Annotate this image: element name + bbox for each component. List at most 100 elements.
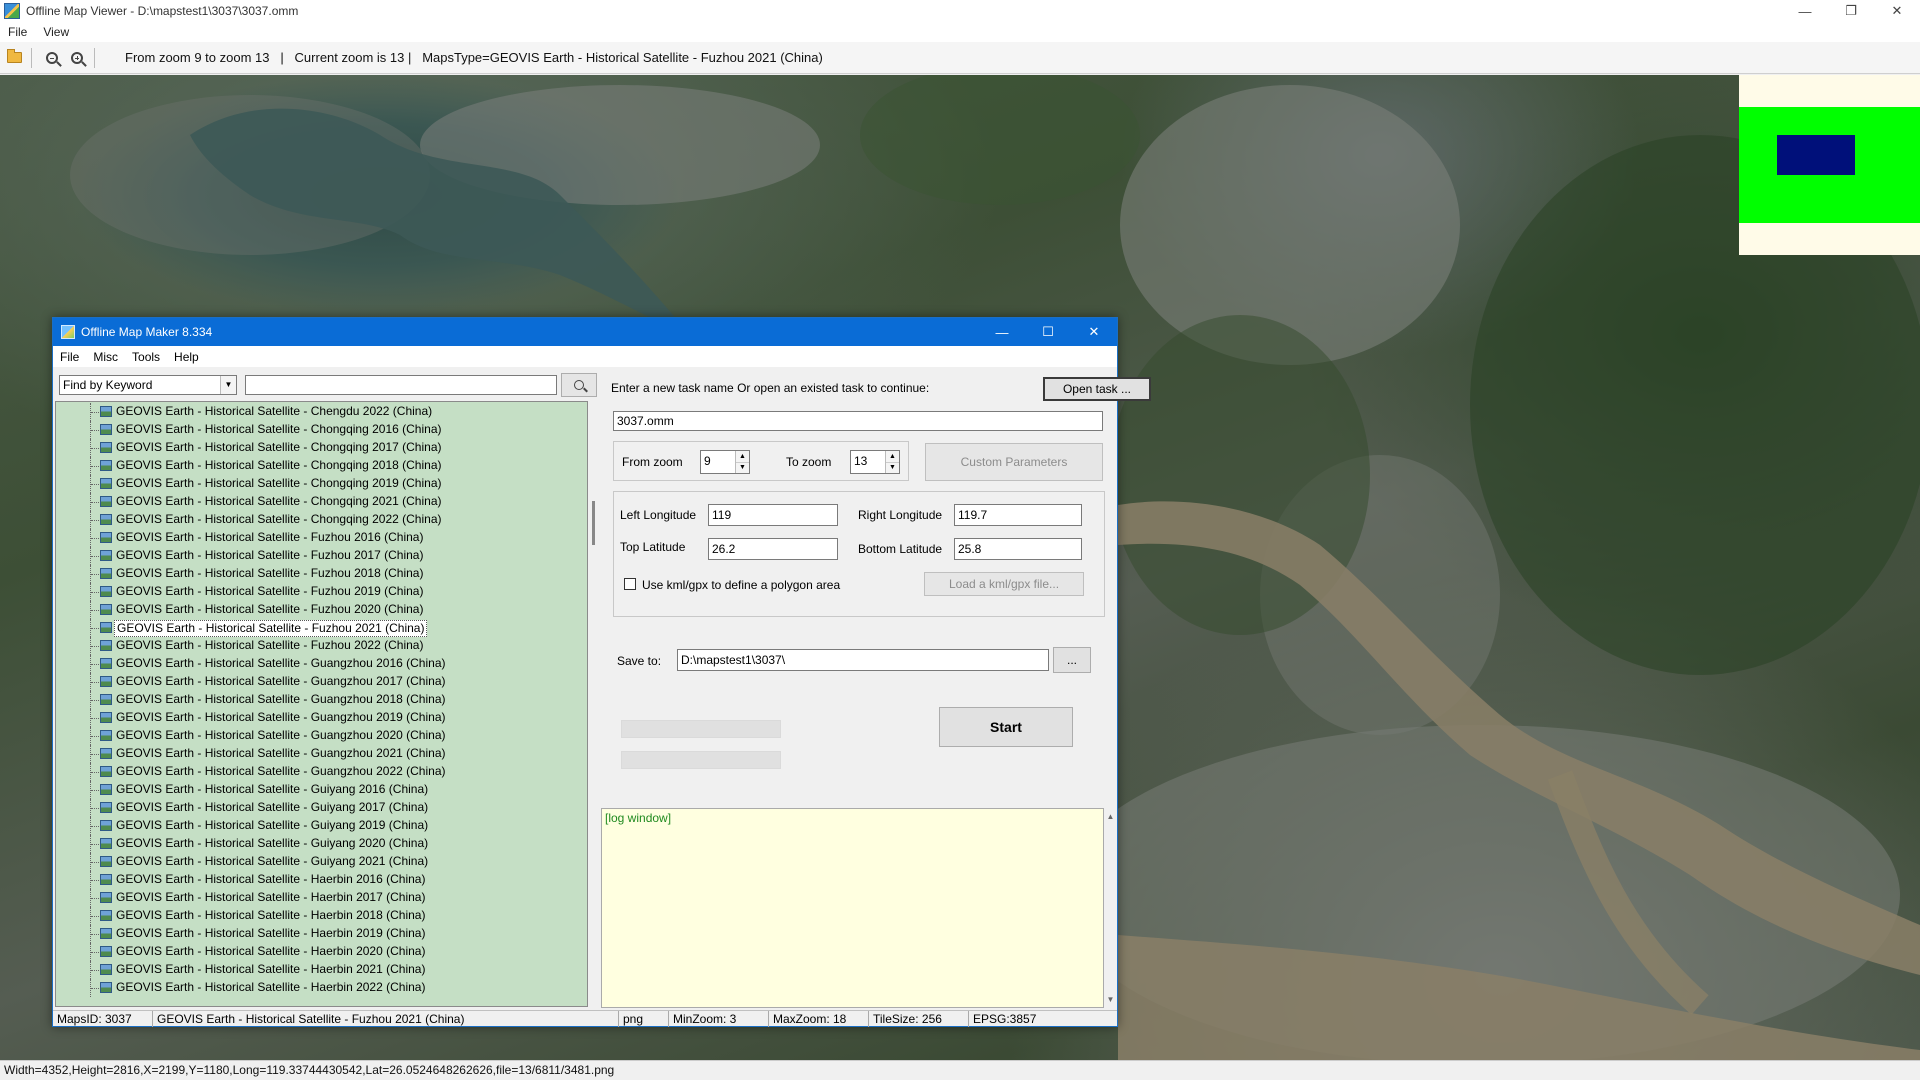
top-latitude-input[interactable]: 26.2	[708, 538, 838, 560]
right-longitude-input[interactable]: 119.7	[954, 504, 1082, 526]
viewer-restore-button[interactable]: ❐	[1828, 0, 1874, 22]
map-layer-icon	[100, 784, 112, 795]
dialog-minimize-button[interactable]: —	[979, 318, 1025, 346]
use-kml-checkbox[interactable]	[624, 578, 636, 590]
tree-guide-line	[91, 934, 99, 935]
spin-up-icon[interactable]: ▲	[736, 451, 749, 463]
tree-item-label: GEOVIS Earth - Historical Satellite - Ha…	[116, 872, 426, 886]
dialog-menu-misc[interactable]: Misc	[86, 350, 125, 364]
dialog-menu-help[interactable]: Help	[167, 350, 206, 364]
map-layer-icon	[100, 424, 112, 435]
start-button[interactable]: Start	[939, 707, 1073, 747]
tree-guide-line	[91, 826, 99, 827]
tree-scroll-thumb[interactable]	[592, 501, 595, 545]
task-settings-pane: Enter a new task name Or open an existed…	[601, 367, 1151, 1010]
map-maker-icon	[61, 325, 75, 339]
dialog-statusbar: MapsID: 3037 GEOVIS Earth - Historical S…	[53, 1010, 1117, 1027]
viewer-menu-file[interactable]: File	[0, 25, 35, 39]
map-layer-icon	[100, 820, 112, 831]
task-name-input[interactable]: 3037.omm	[613, 411, 1103, 431]
tree-guide-line	[91, 646, 99, 647]
tree-guide-line	[91, 916, 99, 917]
tree-item-label: GEOVIS Earth - Historical Satellite - Ha…	[116, 944, 426, 958]
tree-guide-line	[91, 520, 99, 521]
status-epsg: EPSG:3857	[973, 1011, 1037, 1026]
zoom-in-button[interactable]	[66, 47, 88, 69]
open-folder-button[interactable]	[3, 47, 25, 69]
from-zoom-stepper[interactable]: 9 ▲ ▼	[700, 450, 750, 474]
map-layer-icon	[100, 802, 112, 813]
tree-guide-line	[91, 880, 99, 881]
search-button[interactable]	[561, 373, 597, 397]
map-layer-icon	[100, 676, 112, 687]
map-layer-icon	[100, 766, 112, 777]
left-longitude-input[interactable]: 119	[708, 504, 838, 526]
dialog-titlebar: Offline Map Maker 8.334 — ☐ ✕	[53, 318, 1117, 346]
viewer-window-controls: — ❐ ✕	[1782, 0, 1920, 22]
open-task-button[interactable]: Open task ...	[1043, 377, 1151, 401]
map-layer-icon	[100, 658, 112, 669]
map-layer-icon	[100, 568, 112, 579]
to-zoom-stepper[interactable]: 13 ▲ ▼	[850, 450, 900, 474]
overview-minimap[interactable]	[1739, 75, 1920, 255]
chevron-down-icon[interactable]: ▼	[220, 376, 236, 394]
tree-item-label: GEOVIS Earth - Historical Satellite - Ha…	[116, 980, 426, 994]
tree-item-label: GEOVIS Earth - Historical Satellite - Fu…	[116, 638, 424, 652]
to-zoom-updown[interactable]: ▲ ▼	[885, 451, 899, 473]
log-text: [log window]	[605, 811, 672, 825]
tree-guide-line	[91, 790, 99, 791]
right-longitude-label: Right Longitude	[858, 508, 943, 522]
viewer-close-button[interactable]: ✕	[1874, 0, 1920, 22]
scroll-up-icon[interactable]: ▲	[1104, 810, 1117, 823]
viewer-statusbar: Width=4352,Height=2816,X=2199,Y=1180,Lon…	[0, 1060, 1920, 1080]
tree-item-label: GEOVIS Earth - Historical Satellite - Ha…	[116, 962, 426, 976]
dialog-maximize-button[interactable]: ☐	[1025, 318, 1071, 346]
dialog-close-button[interactable]: ✕	[1071, 318, 1117, 346]
dialog-menu-file[interactable]: File	[53, 350, 86, 364]
zoom-out-button[interactable]	[41, 47, 63, 69]
keyword-search-input[interactable]	[245, 375, 557, 395]
overview-viewport-rect[interactable]	[1777, 135, 1855, 175]
spin-down-icon[interactable]: ▼	[886, 463, 899, 474]
task-prompt-label: Enter a new task name Or open an existed…	[611, 381, 930, 395]
tree-scrollbar[interactable]	[590, 401, 598, 1007]
tree-item-label: GEOVIS Earth - Historical Satellite - Gu…	[116, 818, 429, 832]
tree-item-label: GEOVIS Earth - Historical Satellite - Ch…	[116, 512, 442, 526]
viewer-minimize-button[interactable]: —	[1782, 0, 1828, 22]
tree-item-label: GEOVIS Earth - Historical Satellite - Ha…	[116, 926, 426, 940]
tree-item-label: GEOVIS Earth - Historical Satellite - Ha…	[116, 908, 426, 922]
tree-item-label: GEOVIS Earth - Historical Satellite - Gu…	[116, 674, 446, 688]
log-scrollbar[interactable]: ▲ ▼	[1104, 808, 1117, 1008]
tree-item-label: GEOVIS Earth - Historical Satellite - Ch…	[116, 422, 442, 436]
from-zoom-value: 9	[704, 454, 711, 468]
save-to-input[interactable]: D:\mapstest1\3037\	[677, 649, 1049, 671]
dialog-title: Offline Map Maker 8.334	[81, 325, 213, 339]
zoom-out-icon	[46, 51, 58, 64]
scroll-down-icon[interactable]: ▼	[1104, 993, 1117, 1006]
tree-guide-line	[91, 610, 99, 611]
tree-guide-line	[91, 412, 99, 413]
tree-item-label: GEOVIS Earth - Historical Satellite - Ch…	[116, 494, 442, 508]
spin-down-icon[interactable]: ▼	[736, 463, 749, 474]
bottom-latitude-input[interactable]: 25.8	[954, 538, 1082, 560]
map-layer-icon	[100, 892, 112, 903]
progress-bar-total	[621, 720, 781, 738]
tree-guide-line	[91, 700, 99, 701]
map-maker-dialog: Offline Map Maker 8.334 — ☐ ✕ File Misc …	[52, 317, 1151, 1027]
map-layer-icon	[100, 874, 112, 885]
map-type-tree[interactable]: GEOVIS Earth - Historical Satellite - Ch…	[55, 401, 588, 1007]
map-layer-icon	[100, 640, 112, 651]
dialog-menu-tools[interactable]: Tools	[125, 350, 167, 364]
from-zoom-updown[interactable]: ▲ ▼	[735, 451, 749, 473]
map-layer-icon	[100, 838, 112, 849]
custom-parameters-button[interactable]: Custom Parameters	[925, 443, 1103, 481]
progress-bar-current	[621, 751, 781, 769]
browse-folder-button[interactable]: ...	[1053, 647, 1091, 673]
find-mode-select[interactable]: Find by Keyword ▼	[59, 375, 237, 395]
load-kml-button[interactable]: Load a kml/gpx file...	[924, 572, 1084, 596]
tree-item-label: GEOVIS Earth - Historical Satellite - Ha…	[116, 890, 426, 904]
log-window[interactable]: [log window]	[601, 808, 1104, 1008]
spin-up-icon[interactable]: ▲	[886, 451, 899, 463]
viewer-menu-view[interactable]: View	[35, 25, 77, 39]
tree-guide-line	[91, 664, 99, 665]
